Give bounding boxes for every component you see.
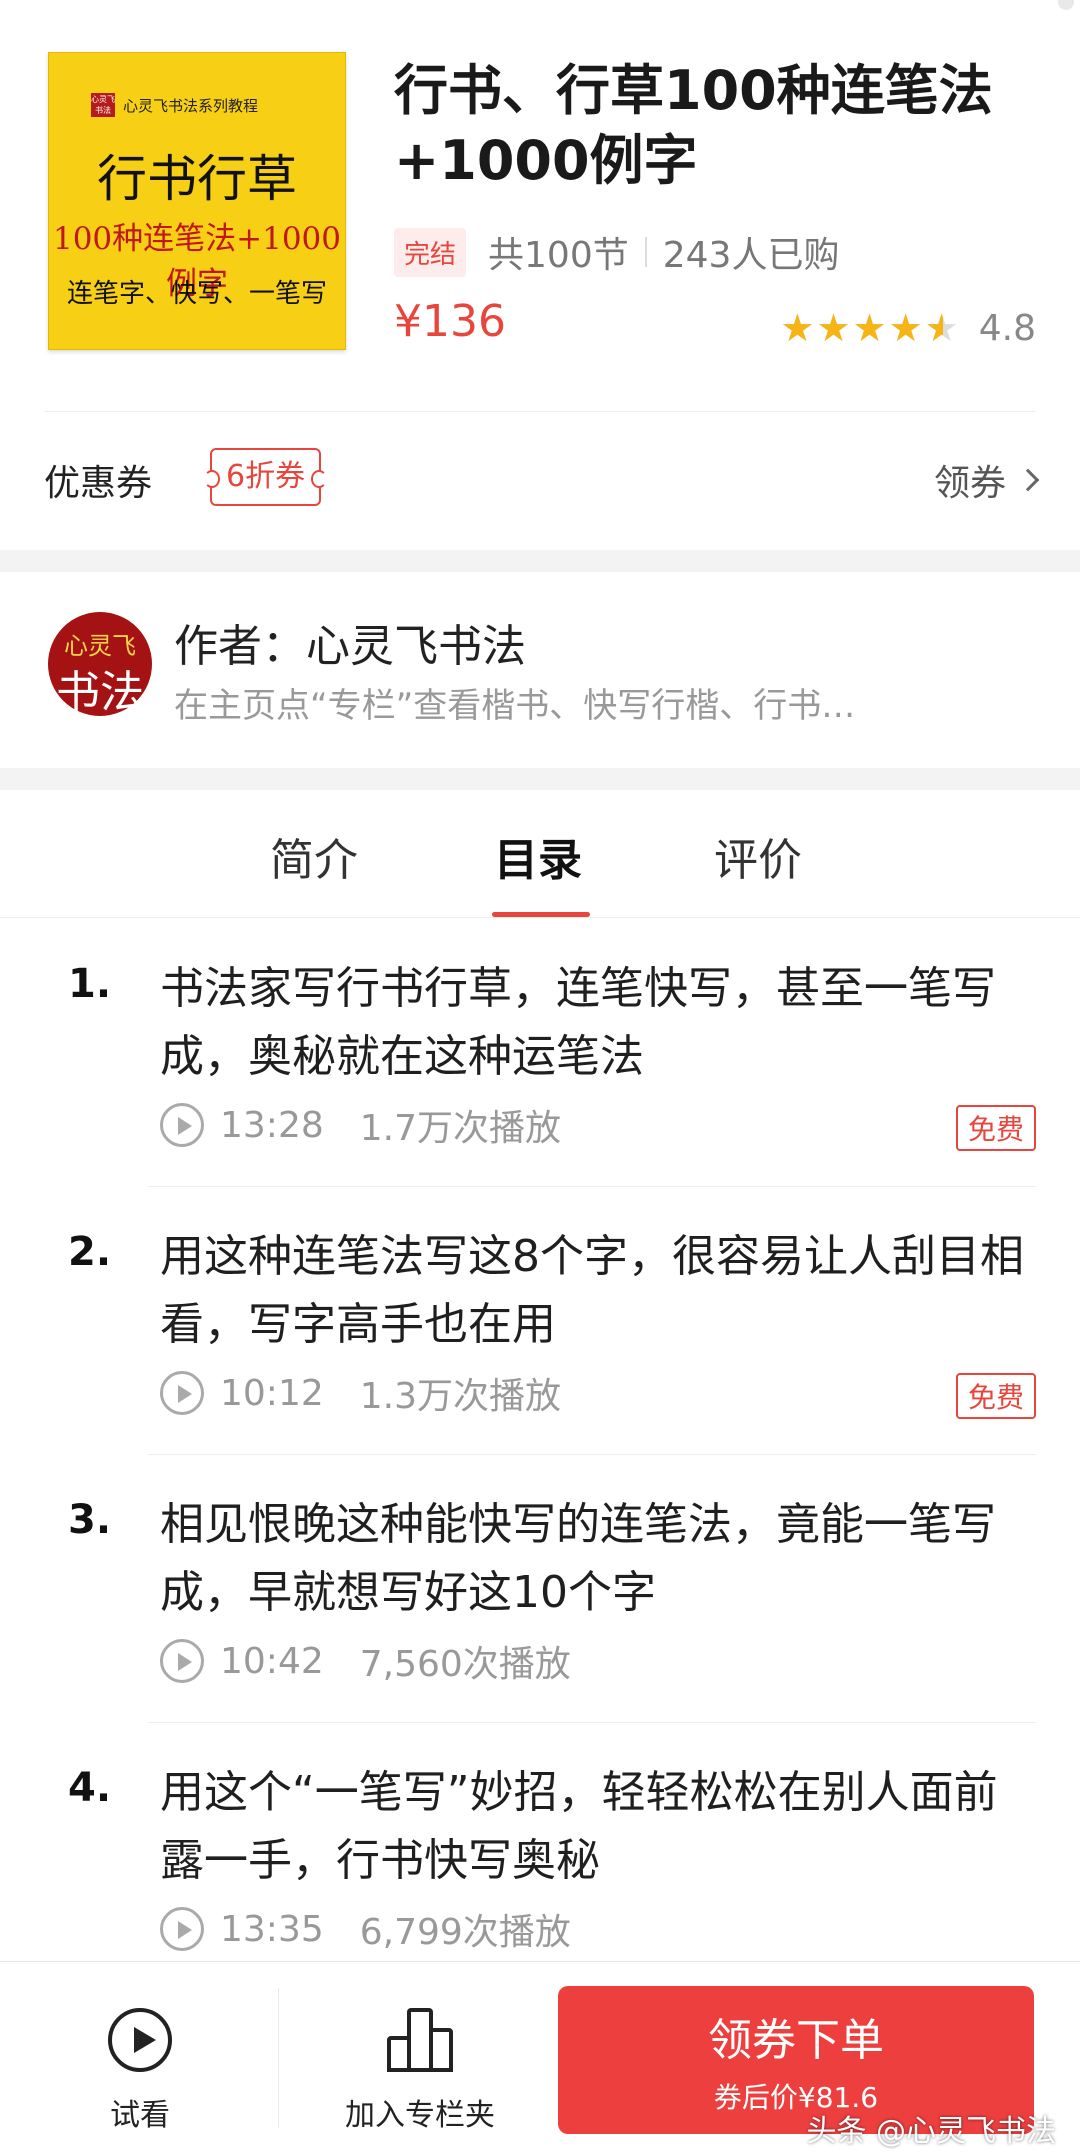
lesson-item[interactable]: 2. 用这种连笔法写这8个字，很容易让人刮目相看，写字高手也在用 10:12 1…	[0, 1187, 1080, 1455]
lesson-meta: 10:12 1.3万次播放	[160, 1367, 561, 1419]
coupon-tag: 6折券	[203, 448, 328, 506]
lesson-number: 1.	[68, 961, 112, 1007]
column-folder-icon	[387, 2008, 453, 2072]
lesson-plays: 6,799次播放	[359, 1912, 571, 1953]
section-gap	[0, 550, 1080, 572]
lesson-meta: 13:28 1.7万次播放	[160, 1099, 561, 1151]
watermark: 头条 @心灵飞书法	[806, 2114, 1056, 2149]
lesson-meta: 10:42 7,560次播放	[160, 1635, 571, 1687]
cover-brand: 心灵飞书法 心灵飞书法系列教程	[91, 93, 258, 117]
divider	[278, 1988, 279, 2128]
course-cover-image[interactable]: 心灵飞书法 心灵飞书法系列教程 行书行草 100种连笔法+1000例字 连笔字、…	[48, 52, 346, 350]
lesson-item[interactable]: 1. 书法家写行书行草，连笔快写，甚至一笔写成，奥秘就在这种运笔法 13:28 …	[0, 919, 1080, 1187]
active-tab-indicator	[492, 912, 590, 917]
buy-label: 领券下单	[708, 2015, 884, 2066]
claim-coupon-label: 领券	[933, 463, 1006, 504]
rating: ★★★★★ ★★★★★ 4.8	[780, 306, 1036, 350]
play-circle-icon	[160, 1907, 204, 1951]
lesson-item[interactable]: 3. 相见恨晚这种能快写的连笔法，竟能一笔写成，早就想写好这10个字 10:42…	[0, 1455, 1080, 1723]
play-circle-icon	[160, 1371, 204, 1415]
meta-divider	[644, 237, 647, 267]
add-to-folder-button[interactable]: 加入专栏夹	[280, 1962, 560, 2153]
cover-seal-logo: 心灵飞书法	[91, 93, 115, 117]
buyers-count: 243人已购	[662, 235, 840, 276]
rating-stars-icon: ★★★★★ ★★★★★	[780, 306, 961, 350]
lesson-list: 1. 书法家写行书行草，连笔快写，甚至一笔写成，奥秘就在这种运笔法 13:28 …	[0, 919, 1080, 1961]
avatar-text-bottom: 书法	[56, 667, 144, 718]
lesson-number: 4.	[68, 1765, 112, 1811]
lesson-number: 3.	[68, 1497, 112, 1543]
add-to-folder-label: 加入专栏夹	[345, 2098, 495, 2133]
author-card[interactable]: 心灵飞 书法 作者：心灵飞书法 在主页点“专栏”查看楷书、快写行楷、行书…	[0, 572, 1080, 768]
free-badge: 免费	[955, 1373, 1036, 1419]
lesson-duration: 10:12	[220, 1372, 324, 1414]
cover-brand-text: 心灵飞书法系列教程	[123, 96, 259, 115]
lesson-meta: 13:35 6,799次播放	[160, 1903, 571, 1955]
tab-intro[interactable]: 简介	[270, 824, 358, 888]
lesson-duration: 13:28	[220, 1104, 324, 1146]
course-title: 行书、行草100种连笔法+1000例字	[394, 59, 993, 192]
play-circle-icon	[160, 1639, 204, 1683]
section-gap	[0, 768, 1080, 790]
lesson-title: 相见恨晚这种能快写的连笔法，竟能一笔写成，早就想写好这10个字	[160, 1499, 996, 1618]
course-price: ¥136	[394, 296, 506, 347]
claim-coupon-button[interactable]: 领券	[933, 454, 1040, 506]
lesson-title: 用这种连笔法写这8个字，很容易让人刮目相看，写字高手也在用	[160, 1231, 1024, 1350]
play-circle-icon	[160, 1103, 204, 1147]
lesson-item[interactable]: 4. 用这个“一笔写”妙招，轻轻松松在别人面前露一手，行书快写奥秘 13:35 …	[0, 1723, 1080, 1961]
tab-bar: 简介 目录 评价	[0, 790, 1080, 918]
tab-reviews[interactable]: 评价	[714, 824, 802, 888]
cover-tagline: 连笔字、快写、一笔写	[66, 279, 327, 309]
status-badge: 完结	[394, 227, 467, 277]
chevron-right-icon	[1016, 468, 1040, 492]
lesson-title: 书法家写行书行草，连笔快写，甚至一笔写成，奥秘就在这种运笔法	[160, 963, 996, 1082]
lesson-duration: 10:42	[220, 1640, 324, 1682]
author-description: 在主页点“专栏”查看楷书、快写行楷、行书…	[174, 686, 856, 726]
trial-button[interactable]: 试看	[60, 1962, 220, 2153]
rating-value: 4.8	[978, 307, 1036, 349]
lesson-plays: 1.7万次播放	[359, 1108, 562, 1149]
lesson-plays: 1.3万次播放	[359, 1376, 562, 1417]
coupon-row[interactable]: 优惠券 6折券 领券	[0, 412, 1080, 550]
author-name: 作者：心灵飞书法	[174, 621, 526, 672]
lesson-number: 2.	[68, 1229, 112, 1275]
course-meta: 完结 共100节 243人已购	[394, 226, 839, 278]
trial-label: 试看	[110, 2098, 170, 2133]
lessons-count: 共100节	[488, 235, 629, 276]
author-avatar[interactable]: 心灵飞 书法	[48, 612, 152, 718]
coupon-label: 优惠券	[44, 463, 153, 504]
lesson-plays: 7,560次播放	[359, 1644, 571, 1685]
free-badge: 免费	[955, 1105, 1036, 1151]
lesson-title: 用这个“一笔写”妙招，轻轻松松在别人面前露一手，行书快写奥秘	[160, 1767, 998, 1886]
lesson-duration: 13:35	[220, 1908, 324, 1950]
tab-catalog[interactable]: 目录	[494, 824, 582, 888]
cover-title: 行书行草	[97, 150, 297, 208]
product-header: 心灵飞书法 心灵飞书法系列教程 行书行草 100种连笔法+1000例字 连笔字、…	[0, 0, 1080, 550]
play-icon	[108, 2008, 172, 2072]
